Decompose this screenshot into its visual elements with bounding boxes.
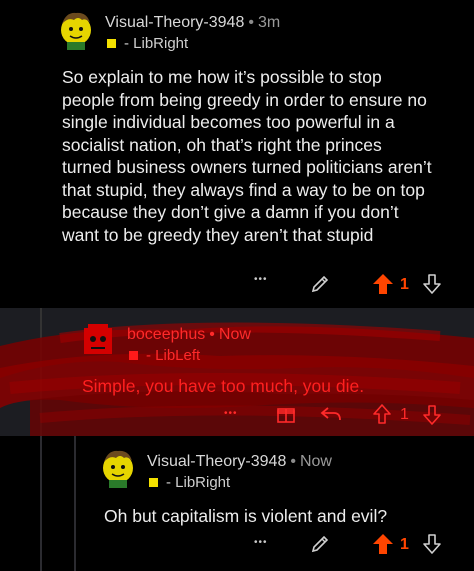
avatar[interactable] [78, 320, 118, 360]
username[interactable]: Visual-Theory-3948 [147, 453, 286, 470]
flair-square-icon [107, 39, 116, 48]
thread-line [40, 436, 42, 571]
reply-button[interactable] [320, 405, 342, 428]
user-flair: - LibRight [107, 35, 188, 52]
vote-count: 1 [400, 536, 409, 553]
author-line: Visual-Theory-3948 • 3m [105, 14, 280, 32]
timestamp: Now [218, 326, 251, 343]
username[interactable]: boceephus [127, 326, 205, 343]
user-flair: - LibLeft [129, 347, 200, 364]
upvote-icon [373, 274, 393, 294]
award-icon [277, 408, 295, 423]
comment-1: Visual-Theory-3948 • 3m - LibRight So expl… [0, 0, 474, 308]
edit-icon [311, 275, 329, 293]
separator-dot: • [248, 14, 254, 31]
flair-text: - LibLeft [146, 347, 201, 364]
separator-dot: • [290, 453, 296, 470]
comment-3: Visual-Theory-3948 • Now - LibRight Oh but… [0, 436, 474, 571]
vote-count: 1 [400, 276, 409, 293]
comment-thread: Visual-Theory-3948 • 3m - LibRight So expl… [0, 0, 474, 571]
flair-text: - LibRight [166, 474, 231, 491]
downvote-icon [423, 405, 441, 425]
downvote-icon [423, 534, 441, 554]
downvote-button[interactable] [422, 533, 442, 560]
user-flair: - LibRight [149, 474, 230, 491]
separator-dot: • [209, 326, 215, 343]
flair-square-icon [149, 478, 158, 487]
upvote-icon [373, 534, 393, 554]
edit-button[interactable] [310, 534, 330, 559]
award-button[interactable] [276, 404, 296, 429]
username[interactable]: Visual-Theory-3948 [105, 14, 244, 31]
avatar[interactable] [56, 8, 96, 50]
thread-line [74, 436, 76, 571]
flair-text: - LibRight [124, 35, 189, 52]
comment-body: Oh but capitalism is violent and evil? [104, 506, 388, 526]
flair-square-icon [129, 351, 138, 360]
vote-count: 1 [400, 406, 409, 423]
comment-body: Simple, you have too much, you die. [82, 376, 365, 396]
downvote-icon [423, 274, 441, 294]
thread-line [40, 308, 42, 436]
author-line: boceephus • Now [127, 326, 251, 344]
comment-2: boceephus • Now - LibLeft Simple, you have… [0, 308, 474, 436]
more-options-button[interactable]: ••• [254, 537, 268, 548]
edit-icon [311, 535, 329, 553]
upvote-button[interactable] [372, 403, 392, 430]
upvote-icon [373, 404, 391, 424]
more-options-button[interactable]: ••• [224, 408, 238, 419]
upvote-button[interactable] [372, 272, 394, 301]
comment-body: So explain to me how it’s possible to st… [62, 67, 432, 245]
more-options-button[interactable]: ••• [254, 274, 268, 285]
timestamp: 3m [257, 14, 281, 31]
author-line: Visual-Theory-3948 • Now [147, 453, 332, 471]
timestamp: Now [299, 453, 332, 470]
downvote-button[interactable] [422, 404, 442, 431]
reply-icon [320, 407, 341, 421]
downvote-button[interactable] [422, 273, 442, 300]
edit-button[interactable] [310, 274, 330, 299]
avatar[interactable] [98, 446, 138, 488]
upvote-button[interactable] [372, 532, 394, 561]
